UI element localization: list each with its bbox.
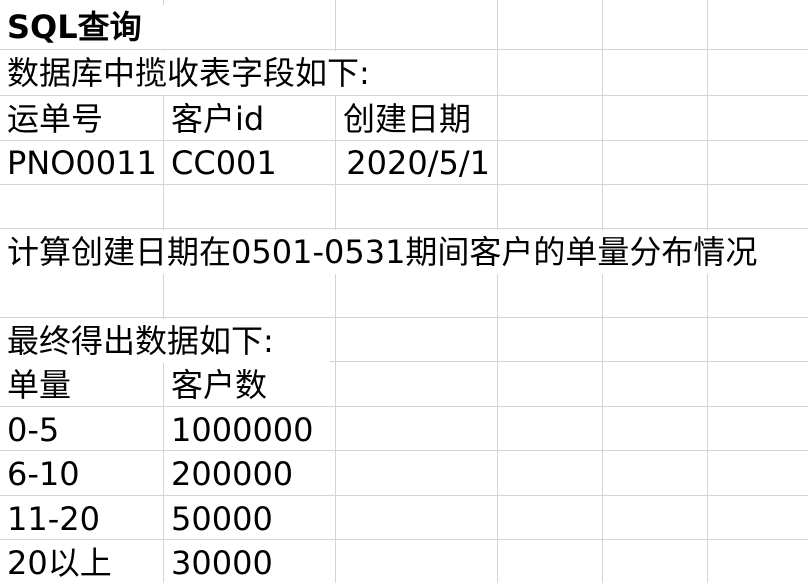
spreadsheet-grid[interactable]: SQL查询 数据库中揽收表字段如下: 运单号 客户id 创建日期 PNO0011… bbox=[0, 0, 808, 583]
grid-row-line bbox=[0, 317, 808, 318]
result-count-cell[interactable]: 1000000 bbox=[164, 408, 334, 452]
intro-text-cell[interactable]: 数据库中揽收表字段如下: bbox=[0, 51, 420, 95]
result-header-volume[interactable]: 单量 bbox=[0, 363, 162, 407]
sheet-title-cell[interactable]: SQL查询 bbox=[0, 5, 260, 49]
data-cell-created-date[interactable]: 2020/5/1 bbox=[336, 141, 496, 185]
data-cell-customer-id[interactable]: CC001 bbox=[164, 141, 334, 185]
result-volume-cell[interactable]: 11-20 bbox=[0, 497, 162, 541]
result-header-customer-count[interactable]: 客户数 bbox=[164, 363, 334, 407]
result-volume-cell[interactable]: 6-10 bbox=[0, 452, 162, 496]
result-intro-cell[interactable]: 最终得出数据如下: bbox=[0, 319, 330, 363]
header-cell-waybill[interactable]: 运单号 bbox=[0, 97, 162, 141]
result-count-cell[interactable]: 200000 bbox=[164, 452, 334, 496]
result-count-cell[interactable]: 50000 bbox=[164, 497, 334, 541]
grid-row-line bbox=[0, 95, 808, 96]
grid-row-line bbox=[0, 49, 808, 50]
header-cell-customer-id[interactable]: 客户id bbox=[164, 97, 334, 141]
header-cell-created-date[interactable]: 创建日期 bbox=[336, 97, 496, 141]
task-text-cell[interactable]: 计算创建日期在0501-0531期间客户的单量分布情况 bbox=[0, 230, 808, 274]
data-cell-waybill[interactable]: PNO0011 bbox=[0, 141, 162, 185]
grid-row-line bbox=[0, 228, 808, 229]
result-volume-cell[interactable]: 0-5 bbox=[0, 408, 162, 452]
result-count-cell[interactable]: 30000 bbox=[164, 541, 334, 585]
result-volume-cell[interactable]: 20以上 bbox=[0, 541, 162, 585]
